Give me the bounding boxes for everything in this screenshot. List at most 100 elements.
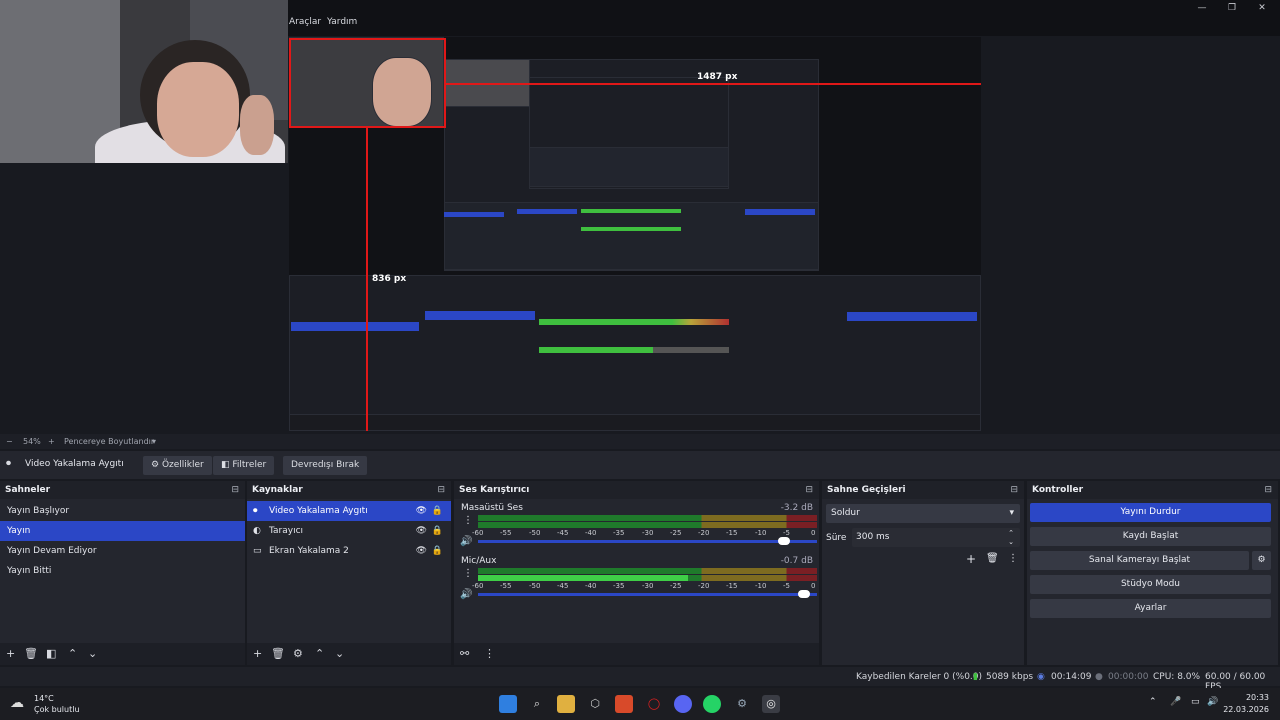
speaker-icon[interactable]: 🔊	[460, 536, 472, 547]
fit-to-window[interactable]: Pencereye Boyutlandır	[64, 437, 154, 446]
height-measurement: 836 px	[372, 274, 407, 284]
microphone-icon[interactable]: 🎤	[1170, 697, 1181, 707]
scene-item[interactable]: Yayın Bitti	[0, 561, 245, 581]
network-icon[interactable]: ▭	[1191, 697, 1200, 707]
more-options-icon[interactable]: ⋮	[463, 515, 473, 526]
tray-chevron-icon[interactable]: ⌃	[1149, 697, 1157, 707]
search-icon[interactable]: ⌕	[528, 695, 546, 713]
move-up-icon[interactable]: ⌃	[315, 647, 324, 660]
zoom-in-button[interactable]: +	[48, 437, 55, 446]
controls-title: Kontroller	[1032, 485, 1084, 495]
zoom-out-button[interactable]: −	[6, 437, 13, 446]
source-item-selected[interactable]: ⏺ Video Yakalama Aygıtı 👁 🔒	[247, 501, 451, 521]
mixer-footer: ⚯ ⋮	[454, 643, 819, 665]
move-up-icon[interactable]: ⌃	[68, 647, 77, 660]
lock-icon[interactable]: 🔒	[432, 521, 443, 541]
trash-icon[interactable]: 🗑	[24, 647, 38, 660]
stepper-icon[interactable]: ⌃ ⌄	[1008, 529, 1014, 547]
preview-canvas[interactable]: 1487 px 836 px	[289, 37, 981, 431]
scene-item[interactable]: Yayın Başlıyor	[0, 501, 245, 521]
lock-icon[interactable]: 🔒	[432, 501, 443, 521]
duration-input[interactable]: 300 ms ⌃ ⌄	[852, 528, 1020, 547]
start-recording-button[interactable]: Kaydı Başlat	[1030, 527, 1271, 546]
discord-icon[interactable]	[674, 695, 692, 713]
filters-button[interactable]: ◧ Filtreler	[213, 456, 275, 475]
eye-icon[interactable]: 👁	[416, 501, 427, 521]
obs-icon[interactable]: ◎	[762, 695, 780, 713]
move-down-icon[interactable]: ⌄	[88, 647, 97, 660]
audio-mixer-dock: Ses Karıştırıcı ⊟ Masaüstü Ses -3.2 dB ⋮ 🔊 -6…	[454, 481, 819, 665]
nested-taskbar	[289, 414, 981, 431]
more-options-icon[interactable]: ⋮	[484, 647, 495, 660]
height-guide-line	[366, 128, 368, 431]
nested-meter-2	[581, 227, 681, 231]
monitor-icon: ▭	[253, 546, 262, 556]
dock-maximize-icon[interactable]: ⊟	[1264, 481, 1272, 499]
dock-maximize-icon[interactable]: ⊟	[437, 481, 445, 499]
dock-maximize-icon[interactable]: ⊟	[805, 481, 813, 499]
trash-icon[interactable]: 🗑	[271, 647, 285, 660]
source-item[interactable]: ▭ Ekran Yakalama 2 👁 🔒	[247, 541, 451, 561]
office-icon[interactable]	[615, 695, 633, 713]
steam-icon[interactable]: ⚙	[733, 695, 751, 713]
lock-icon[interactable]: 🔒	[432, 541, 443, 561]
add-icon[interactable]: +	[253, 647, 262, 660]
dock-maximize-icon[interactable]: ⊟	[231, 481, 239, 499]
meter-tick-label: -15	[726, 582, 738, 590]
transitions-header: Sahne Geçişleri ⊟	[822, 481, 1024, 499]
whatsapp-icon[interactable]	[703, 695, 721, 713]
stop-streaming-button[interactable]: Yayını Durdur	[1030, 503, 1271, 522]
transition-select[interactable]: Soldur ▾	[826, 504, 1020, 523]
menu-help[interactable]: Yardım	[327, 17, 357, 27]
more-options-icon[interactable]: ⋮	[463, 568, 473, 579]
settings-button[interactable]: Ayarlar	[1030, 599, 1271, 618]
channel-meter-top	[478, 568, 817, 574]
start-virtual-camera-button[interactable]: Sanal Kamerayı Başlat	[1030, 551, 1249, 570]
clock-date[interactable]: 22.03.2026	[1222, 705, 1269, 714]
source-toolbar: ⏺ Video Yakalama Aygıtı ⚙ Özellikler ◧ F…	[0, 451, 1280, 479]
scene-item-selected[interactable]: Yayın	[0, 521, 245, 541]
scenes-list: Yayın Başlıyor Yayın Yayın Devam Ediyor …	[0, 501, 245, 581]
filter-icon[interactable]: ◧	[46, 647, 56, 660]
app-icon[interactable]: ⬡	[586, 695, 604, 713]
trash-icon[interactable]: 🗑	[986, 553, 999, 564]
folder-icon[interactable]	[557, 695, 575, 713]
channel-name: Masaüstü Ses	[461, 503, 523, 513]
volume-slider-track[interactable]	[478, 593, 817, 596]
clock-time[interactable]: 20:33	[1229, 693, 1269, 702]
eye-icon[interactable]: 👁	[416, 521, 427, 541]
chevron-down-icon[interactable]: ▾	[152, 437, 156, 446]
nested-selected-scene	[444, 212, 504, 217]
close-button[interactable]: ✕	[1251, 2, 1273, 14]
windows-start-icon[interactable]	[499, 695, 517, 713]
selection-bounding-box[interactable]	[289, 38, 446, 128]
zoom-level: 54%	[23, 437, 41, 446]
more-options-icon[interactable]: ⋮	[1008, 553, 1018, 564]
add-icon[interactable]: +	[966, 552, 976, 566]
gear-icon[interactable]: ⚙	[1252, 551, 1271, 570]
add-icon[interactable]: +	[6, 647, 15, 660]
dock-maximize-icon[interactable]: ⊟	[1010, 481, 1018, 499]
volume-slider-handle[interactable]	[798, 590, 810, 598]
scene-item[interactable]: Yayın Devam Ediyor	[0, 541, 245, 561]
sources-footer: + 🗑 ⚙ ⌃ ⌄	[247, 643, 451, 665]
studio-mode-button[interactable]: Stüdyo Modu	[1030, 575, 1271, 594]
move-down-icon[interactable]: ⌄	[335, 647, 344, 660]
mixer-title: Ses Karıştırıcı	[459, 485, 530, 495]
gear-icon[interactable]: ⚙	[293, 647, 303, 660]
volume-icon[interactable]: 🔊	[1207, 697, 1218, 707]
minimize-button[interactable]: —	[1191, 2, 1213, 14]
dropped-frames: Kaybedilen Kareler 0 (%0.0)	[856, 672, 983, 682]
deactivate-button[interactable]: Devredışı Bırak	[283, 456, 368, 475]
meter-tick-label: -55	[500, 529, 512, 537]
speaker-icon[interactable]: 🔊	[460, 589, 472, 600]
menu-tools[interactable]: Araçlar	[289, 17, 321, 27]
link-icon[interactable]: ⚯	[460, 647, 469, 660]
volume-slider-handle[interactable]	[778, 537, 790, 545]
eye-icon[interactable]: 👁	[416, 541, 427, 561]
properties-button[interactable]: ⚙ Özellikler	[143, 456, 212, 475]
volume-slider-track[interactable]	[478, 540, 817, 543]
source-item[interactable]: ◐ Tarayıcı 👁 🔒	[247, 521, 451, 541]
opera-icon[interactable]: ◯	[645, 695, 663, 713]
maximize-button[interactable]: ❐	[1221, 2, 1243, 14]
